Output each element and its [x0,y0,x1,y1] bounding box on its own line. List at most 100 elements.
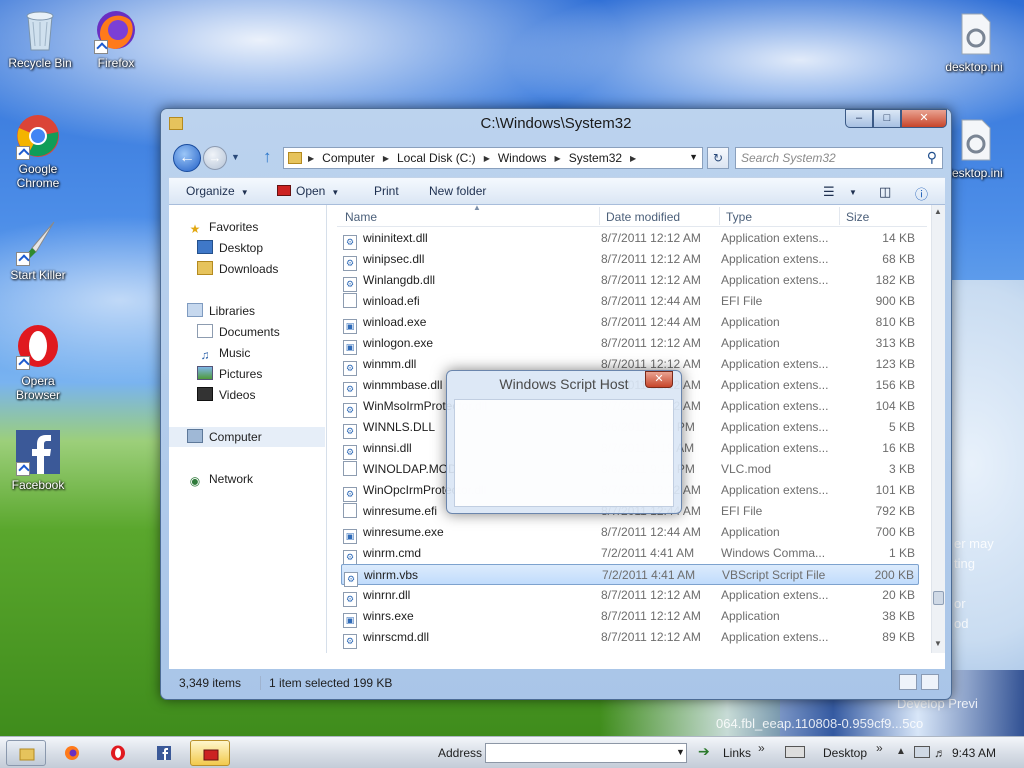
column-name[interactable]: Name [345,210,377,224]
desktop-icon-google-chrome[interactable]: Google Chrome [0,112,76,190]
script-host-dialog[interactable]: Windows Script Host ✕ [446,370,682,514]
table-row[interactable]: ▣ winlogon.exe 8/7/2011 12:12 AM Applicatio… [341,333,919,355]
breadcrumb-separator[interactable]: ▶ [630,154,636,163]
open-button[interactable]: Open ▼ [277,184,339,198]
close-button[interactable]: ✕ [901,109,947,128]
breadcrumb-system32[interactable]: System32 [569,151,622,165]
open-with-taskbar-button[interactable] [190,740,230,766]
opera-taskbar-button[interactable] [98,740,138,766]
help-icon[interactable]: ⓘ [915,184,928,203]
refresh-button[interactable]: ↻ [707,147,729,169]
breadcrumb-separator[interactable]: ▶ [555,154,561,163]
folder-icon [19,748,35,761]
new-folder-button[interactable]: New folder [429,184,486,198]
nav-libraries[interactable]: Libraries [187,301,255,321]
chevron-down-icon[interactable]: ▼ [676,747,685,757]
large-icons-view-icon[interactable] [921,674,939,690]
scroll-thumb[interactable] [933,591,944,605]
file-type: Application [721,336,780,350]
minimize-button[interactable]: – [845,109,873,128]
table-row[interactable]: ⚙ Winlangdb.dll 8/7/2011 12:12 AM Applicati… [341,270,919,292]
desktop-icon-desktop-ini-1[interactable]: desktop.ini [936,10,1012,74]
file-icon: ⚙ [343,235,357,250]
file-date: 8/7/2011 12:44 AM [601,294,701,308]
table-row[interactable]: ⚙ winrm.cmd 7/2/2011 4:41 AM Windows Comma.… [341,543,919,565]
explorer-taskbar-button[interactable] [6,740,46,766]
column-type[interactable]: Type [726,210,752,224]
nav-documents[interactable]: Documents [197,322,280,342]
table-row[interactable]: ⚙ wininitext.dll 8/7/2011 12:12 AM Applicat… [341,228,919,250]
view-options-dropdown[interactable]: ▼ [849,188,857,197]
nav-computer[interactable]: Computer [169,427,325,447]
table-row[interactable]: ⚙ winrscmd.dll 8/7/2011 12:12 AM Applicatio… [341,627,919,649]
breadcrumb-separator[interactable]: ▶ [484,154,490,163]
facebook-taskbar-button[interactable] [144,740,184,766]
breadcrumb-separator[interactable]: ▶ [308,154,314,163]
links-chevron[interactable]: » [758,741,765,755]
maximize-button[interactable]: □ [873,109,901,128]
search-input[interactable]: Search System32 ⚲ [735,147,943,169]
breadcrumb-computer[interactable]: Computer [322,151,375,165]
go-arrow-icon[interactable]: ➔ [698,743,710,760]
desktop-toolbar-label[interactable]: Desktop [823,746,867,760]
file-name: ▣ winresume.exe [343,522,444,544]
nav-pictures[interactable]: Pictures [197,364,262,384]
breadcrumb-windows[interactable]: Windows [498,151,547,165]
file-size: 14 KB [882,231,915,245]
nav-favorites[interactable]: ★ Favorites [187,217,259,237]
column-date-modified[interactable]: Date modified [606,210,680,224]
keyboard-icon[interactable] [785,746,805,758]
table-row[interactable]: ⚙ winrnr.dll 8/7/2011 12:12 AM Application … [341,585,919,607]
breadcrumb-local-disk[interactable]: Local Disk (C:) [397,151,476,165]
desktop-chevron[interactable]: » [876,741,883,755]
nav-desktop[interactable]: Desktop [197,238,263,258]
organize-button[interactable]: Organize ▼ [186,184,249,198]
watermark-build-number: 064.fbl_eeap.110808-0.959cf9...5co [716,716,924,731]
nav-label: Music [219,346,251,360]
documents-icon [197,324,213,338]
window-titlebar[interactable]: C:\Windows\System32 – □ ✕ [161,109,951,139]
forward-button[interactable]: → [203,146,227,170]
table-row[interactable]: ▣ winresume.exe 8/7/2011 12:44 AM Applicati… [341,522,919,544]
address-bar[interactable]: ▶ Computer ▶ Local Disk (C:) ▶ Windows ▶… [283,147,703,169]
desktop-icon-firefox[interactable]: Firefox [78,6,154,70]
file-name: ⚙ winrm.vbs [344,565,418,587]
file-size: 900 KB [875,294,915,308]
show-hidden-icons-icon[interactable]: ▲ [896,746,906,757]
volume-icon[interactable]: ♬ [934,746,946,760]
firefox-taskbar-button[interactable] [52,740,92,766]
search-icon[interactable]: ⚲ [927,149,937,166]
nav-network[interactable]: ◉ Network [187,469,253,489]
table-row[interactable]: ⚙ winrm.vbs 7/2/2011 4:41 AM VBScript Scrip… [341,564,919,587]
change-view-icon[interactable]: ☰ [823,184,835,200]
back-button[interactable]: ← [173,144,201,172]
dialog-close-button[interactable]: ✕ [645,371,673,388]
print-button[interactable]: Print [374,184,399,198]
desktop-icon-facebook[interactable]: Facebook [0,428,76,492]
details-view-icon[interactable] [899,674,917,690]
breadcrumb-separator[interactable]: ▶ [383,154,389,163]
network-icon[interactable] [914,746,930,758]
nav-music[interactable]: ♫ Music [197,343,251,363]
preview-pane-icon[interactable]: ◫ [879,184,891,200]
table-row[interactable]: ▣ winload.exe 8/7/2011 12:44 AM Application… [341,312,919,334]
table-row[interactable]: ▣ winrs.exe 8/7/2011 12:12 AM Application 38… [341,606,919,628]
file-type: EFI File [721,294,763,308]
nav-downloads[interactable]: Downloads [197,259,278,279]
links-toolbar-label[interactable]: Links [723,746,751,760]
table-row[interactable]: ⚙ winipsec.dll 8/7/2011 12:12 AM Applicatio… [341,249,919,271]
recent-pages-dropdown[interactable]: ▼ [231,152,240,162]
up-arrow-icon[interactable]: ↑ [263,147,272,167]
vertical-scrollbar[interactable]: ▲ ▼ [931,205,945,653]
taskbar-address-input[interactable]: ▼ [485,743,687,763]
column-size[interactable]: Size [846,210,869,224]
desktop-icon-opera[interactable]: Opera Browser [0,322,76,402]
nav-videos[interactable]: Videos [197,385,255,405]
desktop-icon-recycle-bin[interactable]: Recycle Bin [2,6,78,70]
chevron-down-icon[interactable]: ▼ [689,152,698,162]
firefox-icon [92,6,140,54]
table-row[interactable]: winload.efi 8/7/2011 12:44 AM EFI File 900 … [341,291,919,312]
open-with-icon [203,749,219,761]
desktop-icon-start-killer[interactable]: Start Killer [0,218,76,282]
system-clock[interactable]: 9:43 AM [952,746,996,760]
